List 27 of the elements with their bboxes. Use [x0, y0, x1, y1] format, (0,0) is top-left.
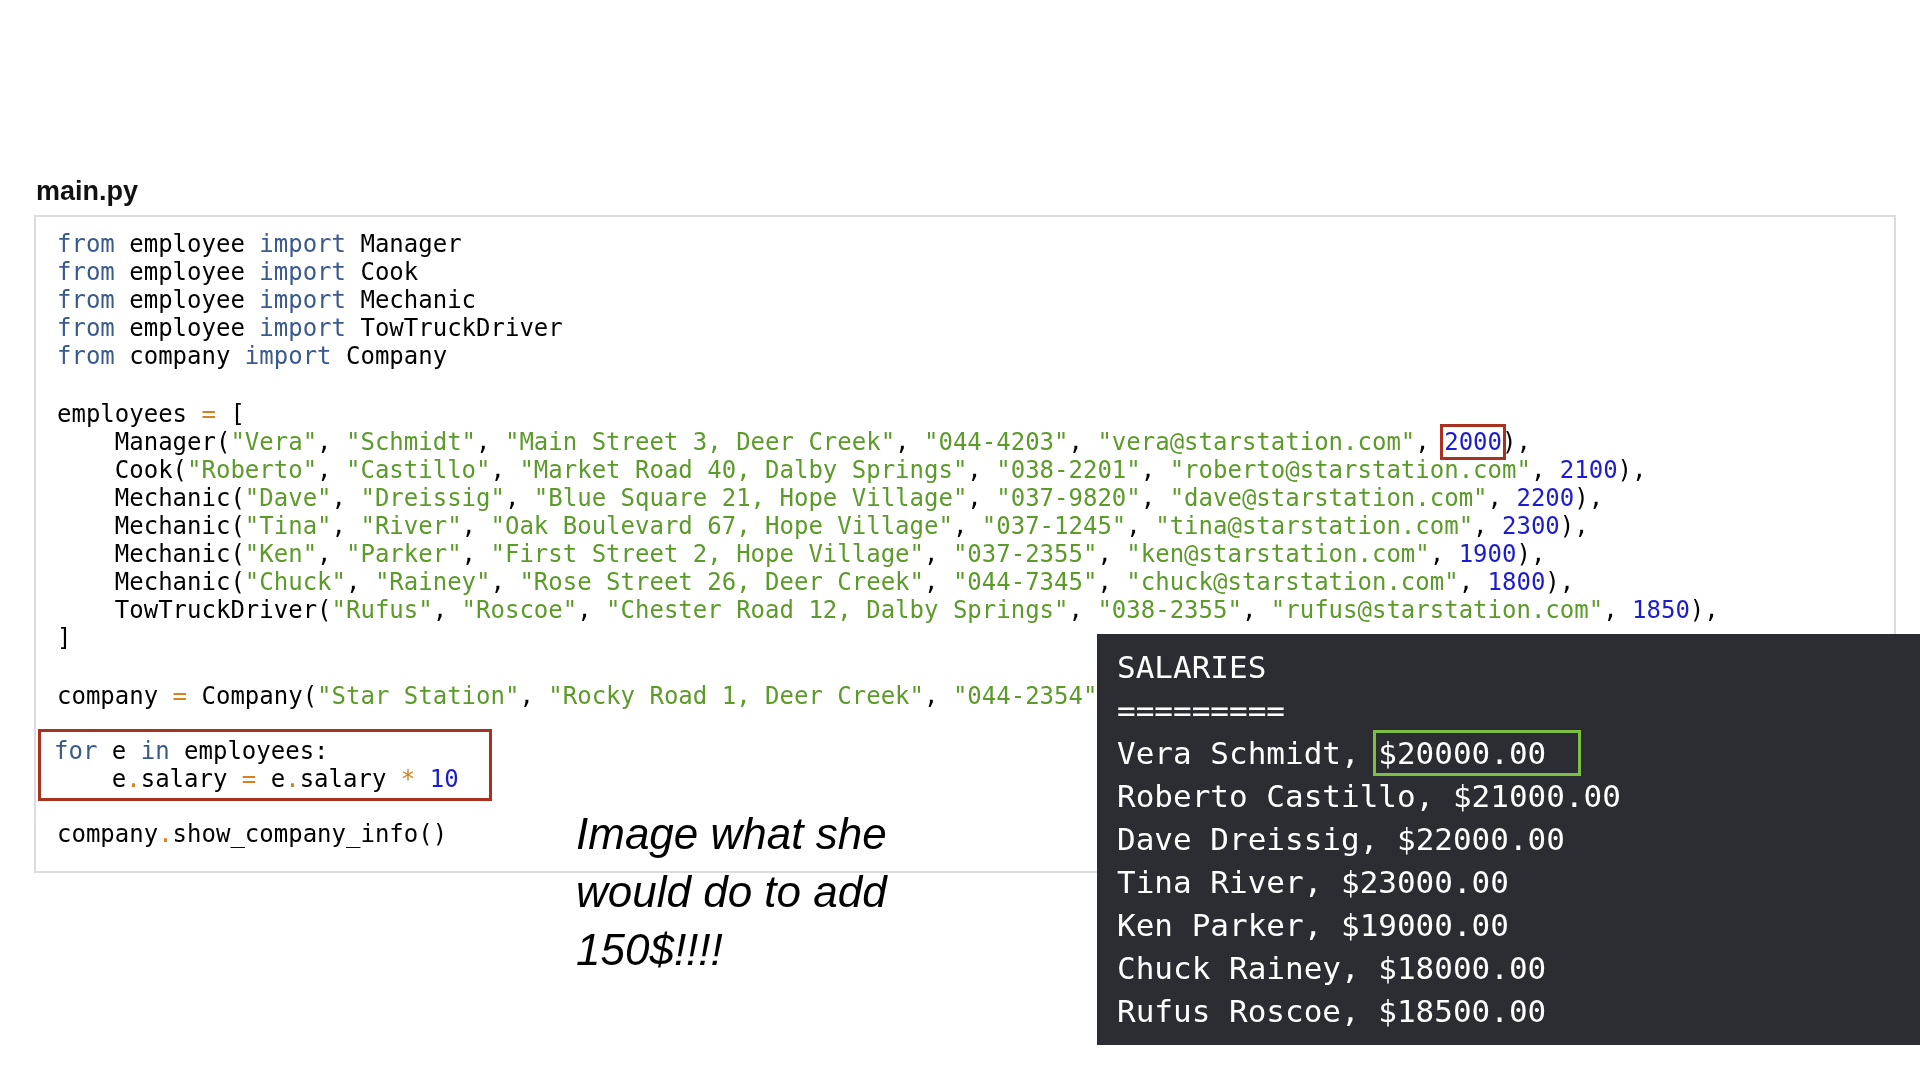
- code-line: company = Company("Star Station", "Rocky Road 1, Deer Creek", "044-2354": [57, 682, 1098, 710]
- code-line: e.salary = e.salary * 10: [110, 765, 459, 793]
- code-line: from employee import Cook: [57, 258, 419, 286]
- output-line: Chuck Rainey, $18000.00: [1117, 949, 1547, 988]
- code-line: Cook("Roberto", "Castillo", "Market Road 40, Dalby Springs", "038-2201", "roberto@starstation.com", 2100),: [113, 456, 1647, 484]
- code-line: from employee import TowTruckDriver: [57, 314, 563, 342]
- code-line: from company import Company: [57, 342, 448, 370]
- output-rule: =========: [1117, 691, 1285, 730]
- code-line: Mechanic("Ken", "Parker", "First Street 2, Hope Village", "037-2355", "ken@starstation.com", 1900),: [113, 540, 1546, 568]
- output-title: SALARIES: [1117, 648, 1267, 687]
- code-line: employees = [: [57, 400, 245, 428]
- code-line: from employee import Mechanic: [57, 286, 477, 314]
- caption: Image what she would do to add 150$!!!!: [576, 808, 889, 976]
- code-line: for e in employees:: [54, 737, 329, 765]
- output-line: Tina River, $23000.00: [1117, 863, 1509, 902]
- output-line: Rufus Roscoe, $18500.00: [1117, 992, 1547, 1031]
- output-line: Ken Parker, $19000.00: [1117, 906, 1509, 945]
- output-line: Roberto Castillo, $21000.00: [1117, 777, 1621, 816]
- code-line: from employee import Manager: [57, 230, 462, 258]
- code-line: company.show_company_info(): [57, 820, 448, 848]
- code-line: Mechanic("Tina", "River", "Oak Boulevard 67, Hope Village", "037-1245", "tina@starstation.com", 2300),: [113, 512, 1589, 540]
- code-line: TowTruckDriver("Rufus", "Roscoe", "Chester Road 12, Dalby Springs", "038-2355", "rufus@starstation.com", 1850),: [113, 596, 1719, 624]
- code-line: ]: [57, 624, 72, 652]
- code-line: Mechanic("Chuck", "Rainey", "Rose Street 26, Deer Creek", "044-7345", "chuck@starstation.com", 1800),: [113, 568, 1575, 596]
- file-title: main.py: [36, 176, 139, 207]
- code-line: Mechanic("Dave", "Dreissig", "Blue Square 21, Hope Village", "037-9820", "dave@starstation.com", 2200),: [113, 484, 1604, 512]
- output-line: Dave Dreissig, $22000.00: [1117, 820, 1565, 859]
